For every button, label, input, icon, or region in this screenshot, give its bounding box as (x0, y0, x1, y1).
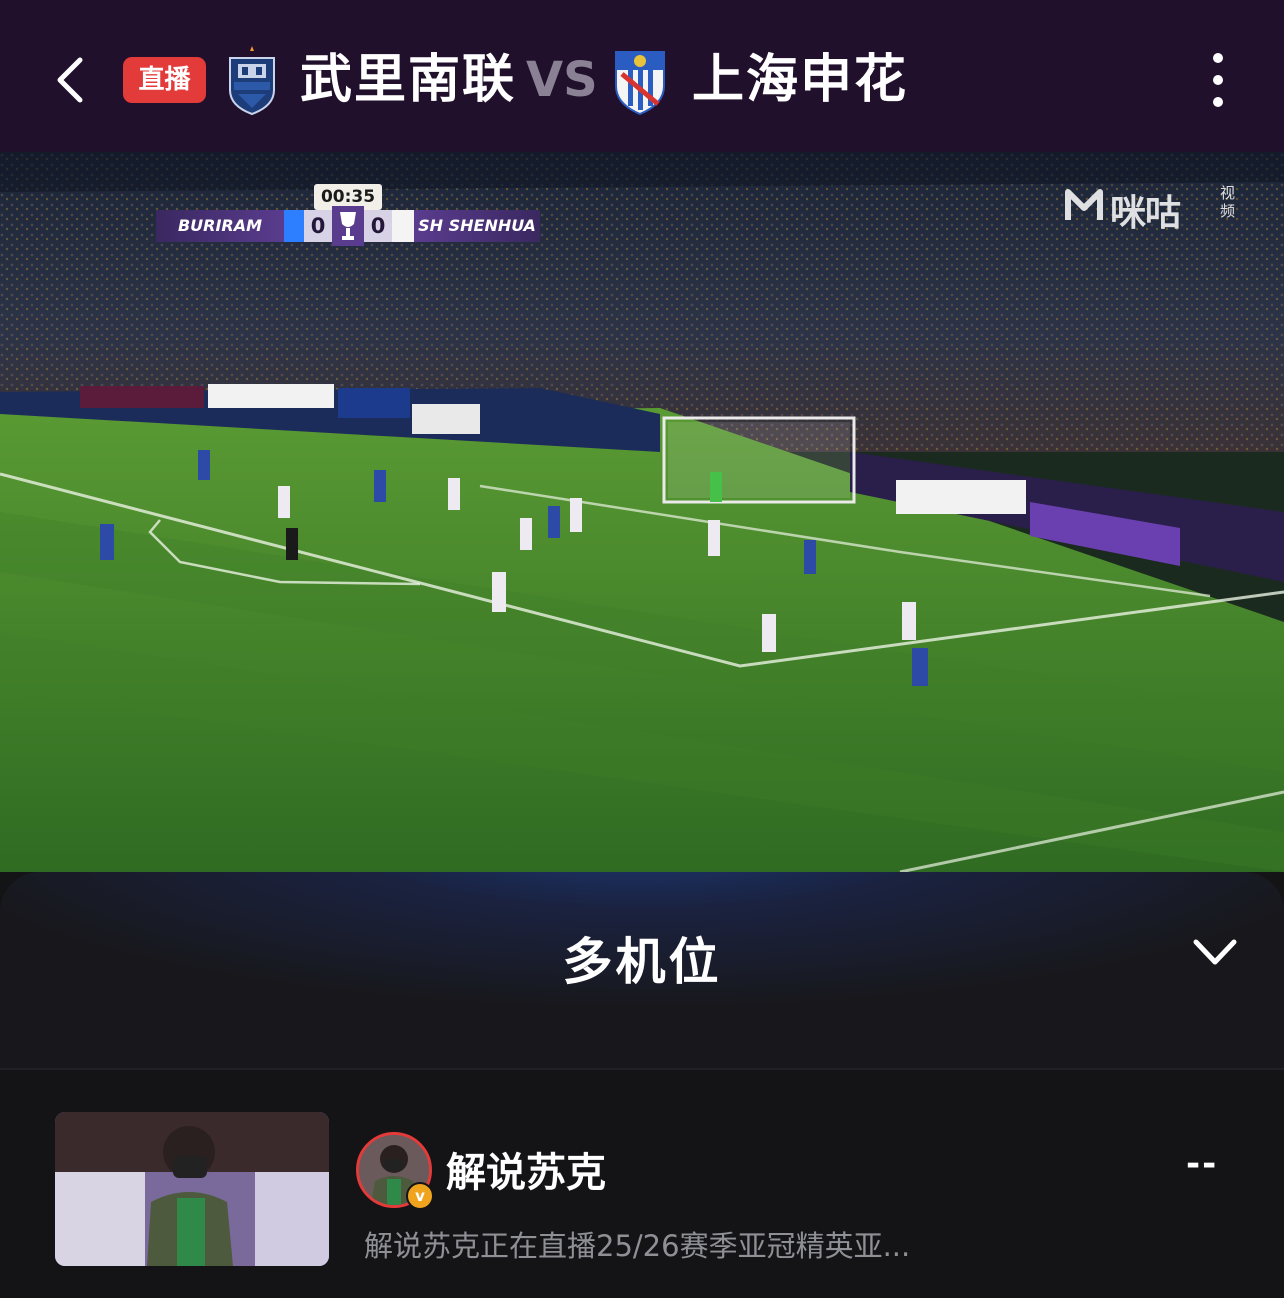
vs-label: VS (526, 52, 598, 108)
live-badge: 直播 (123, 57, 206, 103)
home-team-name: 武里南联 (300, 50, 517, 110)
trophy-icon (332, 206, 364, 246)
back-arrow-icon[interactable] (48, 52, 92, 108)
camera-item[interactable]: v 解说苏克 解说苏克正在直播25/26赛季亚冠精英亚... -- (0, 1104, 1284, 1266)
video-player[interactable]: 00:35 BURIRAM 0 0 SH SHENHUA 咪咕 视频 (0, 152, 1284, 872)
multi-camera-panel: 多机位 v 解说苏克 解说苏克正在直播25/26赛季亚冠精英亚... -- (0, 872, 1284, 1298)
divider (0, 1068, 1284, 1070)
camera-status: -- (1186, 1144, 1219, 1184)
more-options-icon[interactable] (1196, 50, 1240, 110)
home-score: 0 (304, 210, 332, 242)
watermark-sub: 视频 (1220, 184, 1236, 220)
top-bar: 直播 武里南联 VS 上海申花 (0, 0, 1284, 152)
scorebug-away: SH SHENHUA (414, 210, 540, 242)
camera-thumbnail (55, 1112, 329, 1266)
commentator-thumbnail-image (55, 1112, 329, 1266)
away-team-name: 上海申花 (692, 50, 909, 110)
watermark-text: 咪咕 (1110, 193, 1181, 234)
buriram-logo-icon (229, 46, 275, 116)
scorebug-home-color (284, 210, 304, 242)
scorebug-home: BURIRAM (156, 210, 284, 242)
camera-description: 解说苏克正在直播25/26赛季亚冠精英亚... (364, 1229, 911, 1263)
verified-badge-icon: v (406, 1182, 434, 1210)
match-broadcast-frame (0, 152, 1284, 872)
camera-name: 解说苏克 (446, 1150, 606, 1196)
away-score: 0 (364, 210, 392, 242)
panel-title: 多机位 (562, 933, 722, 991)
shenhua-logo-icon (615, 51, 665, 116)
panel-header: 多机位 (0, 872, 1284, 1068)
migu-logo-icon (1065, 189, 1103, 220)
scorebug-away-color (392, 210, 414, 242)
migu-watermark: 咪咕 视频 (1064, 182, 1254, 234)
chevron-down-icon[interactable] (1190, 934, 1240, 970)
